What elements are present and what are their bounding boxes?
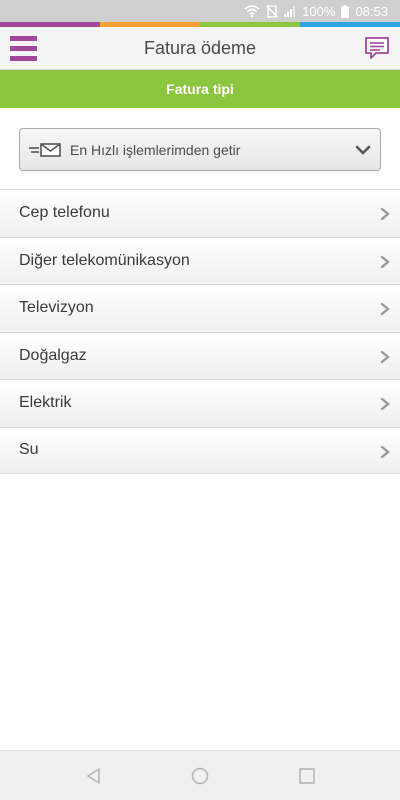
list-item-label: Diğer telekomünikasyon [19, 251, 190, 269]
mute-icon [266, 4, 279, 18]
home-icon[interactable] [190, 766, 210, 786]
list-item-diger-telekomunikasyon[interactable]: Diğer telekomünikasyon [0, 236, 400, 284]
list-item-televizyon[interactable]: Televizyon [0, 284, 400, 332]
signal-icon [284, 5, 296, 17]
chevron-right-icon [380, 397, 390, 411]
battery-percent: 100% [302, 3, 336, 19]
wifi-icon [244, 4, 260, 18]
system-nav-bar [0, 750, 400, 800]
chevron-right-icon [380, 350, 390, 364]
app-header: Fatura ödeme [0, 27, 400, 70]
battery-icon [341, 4, 350, 18]
recents-icon[interactable] [297, 766, 317, 786]
chevron-right-icon [380, 207, 390, 221]
status-time: 08:53 [355, 3, 388, 19]
section-title-bar: Fatura tipi [0, 70, 400, 108]
list-item-cep-telefonu[interactable]: Cep telefonu [0, 189, 400, 237]
chevron-right-icon [380, 445, 390, 459]
chat-icon[interactable] [364, 36, 390, 61]
list-item-label: Cep telefonu [19, 204, 110, 222]
list-item-elektrik[interactable]: Elektrik [0, 379, 400, 427]
quick-mail-icon [28, 142, 62, 158]
page-title: Fatura ödeme [143, 38, 257, 58]
list-item-label: Televizyon [19, 299, 94, 317]
bill-type-list: Cep telefonu Diğer telekomünikasyon Tele… [0, 189, 400, 474]
chevron-right-icon [380, 302, 390, 316]
chevron-down-icon [355, 142, 371, 158]
list-item-label: Su [19, 441, 39, 459]
menu-icon[interactable] [10, 36, 37, 61]
list-item-dogalgaz[interactable]: Doğalgaz [0, 331, 400, 379]
quick-transactions-dropdown[interactable]: En Hızlı işlemlerimden getir [19, 128, 381, 171]
list-item-label: Elektrik [19, 394, 72, 412]
chevron-right-icon [380, 255, 390, 269]
quick-transactions-label: En Hızlı işlemlerimden getir [70, 141, 241, 158]
status-bar: 100% 08:53 [0, 0, 400, 22]
back-icon[interactable] [84, 766, 104, 786]
list-item-su[interactable]: Su [0, 426, 400, 474]
list-item-label: Doğalgaz [19, 346, 87, 364]
